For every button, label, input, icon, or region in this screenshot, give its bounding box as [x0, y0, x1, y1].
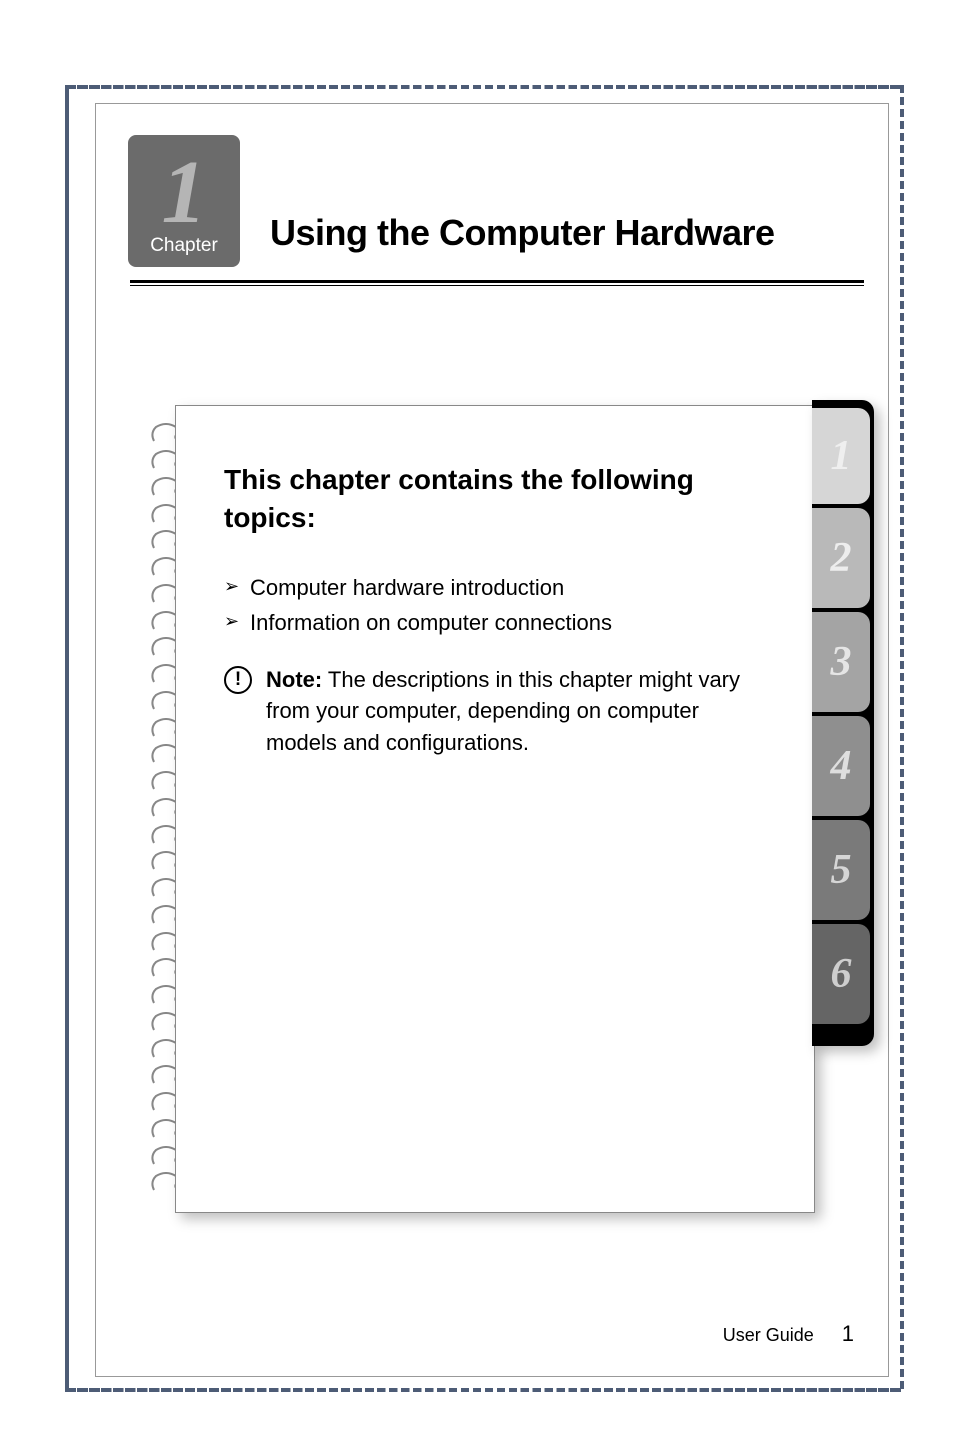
- note-text: Note: The descriptions in this chapter m…: [266, 664, 766, 760]
- note-block: ! Note: The descriptions in this chapter…: [224, 664, 766, 760]
- chapter-tab-1[interactable]: 1: [812, 408, 870, 504]
- content-box: This chapter contains the following topi…: [175, 405, 815, 1213]
- chapter-tab-3[interactable]: 3: [812, 612, 870, 712]
- attention-icon: !: [224, 666, 252, 694]
- topic-item: Information on computer connections: [224, 610, 766, 636]
- chapter-title: Using the Computer Hardware: [270, 212, 775, 254]
- chapter-tab-5[interactable]: 5: [812, 820, 870, 920]
- chapter-number: 1: [162, 155, 207, 232]
- topics-list: Computer hardware introduction Informati…: [224, 575, 766, 636]
- chapter-tab-4[interactable]: 4: [812, 716, 870, 816]
- chapter-tab-stack: 1 2 3 4 5 6: [812, 400, 874, 1220]
- footer-label: User Guide: [723, 1325, 814, 1346]
- note-body: The descriptions in this chapter might v…: [266, 667, 740, 756]
- chapter-label: Chapter: [150, 235, 218, 257]
- footer-page-number: 1: [842, 1321, 854, 1347]
- topic-item: Computer hardware introduction: [224, 575, 766, 601]
- page-footer: User Guide 1: [723, 1321, 854, 1347]
- note-label: Note:: [266, 667, 322, 692]
- chapter-tab-6[interactable]: 6: [812, 924, 870, 1024]
- topics-heading: This chapter contains the following topi…: [224, 461, 766, 537]
- chapter-tab-2[interactable]: 2: [812, 508, 870, 608]
- chapter-divider: [130, 280, 864, 286]
- chapter-badge: 1 Chapter: [128, 135, 240, 267]
